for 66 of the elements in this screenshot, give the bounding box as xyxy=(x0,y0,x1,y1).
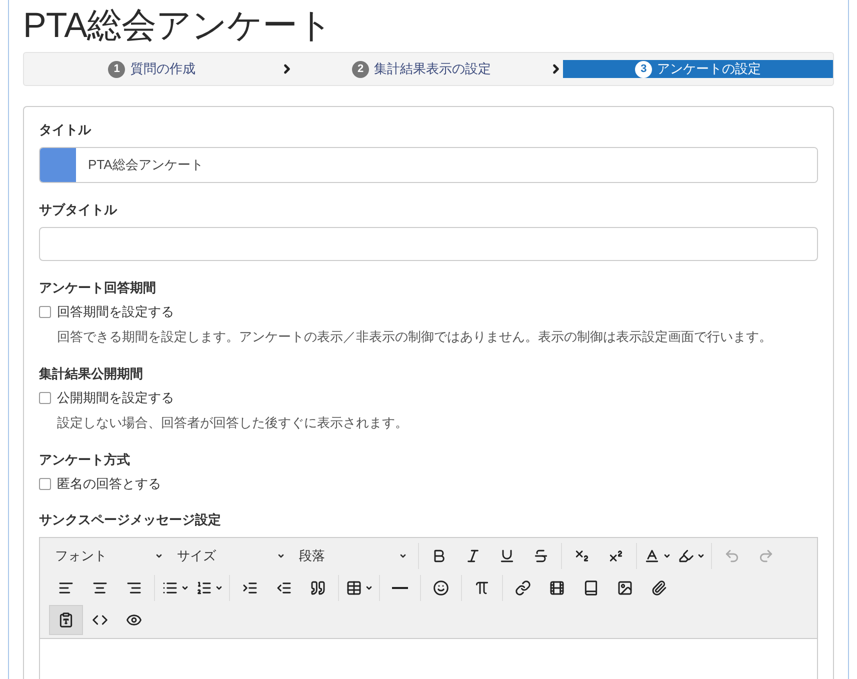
caret-icon xyxy=(696,552,704,560)
highlight-icon xyxy=(678,548,694,564)
strikethrough-icon xyxy=(533,548,549,564)
section-heading: サンクスページメッセージ設定 xyxy=(39,511,222,529)
field-label: サブタイトル xyxy=(39,201,118,219)
bullet-list-icon xyxy=(162,580,178,596)
checkbox-label[interactable]: 回答期間を設定する xyxy=(57,303,174,321)
rich-text-editor[interactable]: フォント サイズ 段落 xyxy=(39,537,818,679)
caret-icon xyxy=(364,584,372,592)
section-heading: アンケート方式 xyxy=(39,451,131,469)
help-text: 回答できる期間を設定します。アンケートの表示／非表示の制御ではありません。表示の制御は表示設定画面で行います。 xyxy=(57,328,773,346)
step-tab[interactable]: 1 質問の作成 xyxy=(24,60,280,78)
checkbox[interactable] xyxy=(39,306,51,318)
caret-icon xyxy=(180,584,188,592)
quote-icon xyxy=(310,580,326,596)
subtitle-field[interactable] xyxy=(39,227,818,261)
eye-icon xyxy=(126,612,142,628)
horizontal-rule-icon xyxy=(392,587,408,589)
link-icon xyxy=(515,580,531,596)
align-right-icon xyxy=(126,580,142,596)
text-color-icon xyxy=(644,548,660,564)
step-number: 2 xyxy=(352,60,369,78)
numbered-list-icon xyxy=(196,580,212,596)
field-label: タイトル xyxy=(39,121,92,139)
redo-icon xyxy=(758,548,774,564)
checkbox-label[interactable]: 公開期間を設定する xyxy=(57,389,174,407)
undo-icon xyxy=(724,548,740,564)
step-tab[interactable]: 2 集計結果表示の設定 xyxy=(294,60,550,78)
caret-icon xyxy=(277,552,285,560)
caret-icon xyxy=(155,552,163,560)
dropdown-select[interactable]: フォント xyxy=(49,542,171,570)
paperclip-icon xyxy=(651,580,667,596)
outdent-icon xyxy=(276,580,292,596)
toolbar-button[interactable] xyxy=(49,605,83,635)
indent-icon xyxy=(242,580,258,596)
caret-icon xyxy=(214,584,222,592)
checkbox-label[interactable]: 匿名の回答とする xyxy=(57,475,161,493)
title-field[interactable]: PTA総会アンケート xyxy=(39,147,818,183)
table-icon xyxy=(346,580,362,596)
align-left-icon xyxy=(58,580,74,596)
checkbox[interactable] xyxy=(39,392,51,404)
caret-icon xyxy=(662,552,670,560)
color-swatch[interactable] xyxy=(40,148,76,182)
dropdown-select[interactable]: 段落 xyxy=(293,542,415,570)
section-heading: アンケート回答期間 xyxy=(39,279,157,297)
smiley-icon xyxy=(433,580,449,596)
help-text: 設定しない場合、回答者が回答した後すぐに表示されます。 xyxy=(57,414,409,432)
code-icon xyxy=(92,612,108,628)
pi-icon xyxy=(474,580,490,596)
step-tab[interactable]: 3 アンケートの設定 xyxy=(563,60,833,78)
superscript-icon xyxy=(608,548,624,564)
checkbox[interactable] xyxy=(39,478,51,490)
section-heading: 集計結果公開期間 xyxy=(39,365,144,383)
image-icon xyxy=(617,580,633,596)
film-icon xyxy=(549,580,565,596)
dropdown-select[interactable]: サイズ xyxy=(171,542,293,570)
book-icon xyxy=(583,580,599,596)
underline-icon xyxy=(499,548,515,564)
page-title: PTA総会アンケート xyxy=(23,5,334,47)
step-number: 1 xyxy=(108,60,126,78)
step-number: 3 xyxy=(635,60,652,78)
align-center-icon xyxy=(92,580,108,596)
clipboard-icon xyxy=(58,612,74,628)
subscript-icon xyxy=(574,548,590,564)
caret-icon xyxy=(399,552,407,560)
italic-icon xyxy=(465,548,481,564)
